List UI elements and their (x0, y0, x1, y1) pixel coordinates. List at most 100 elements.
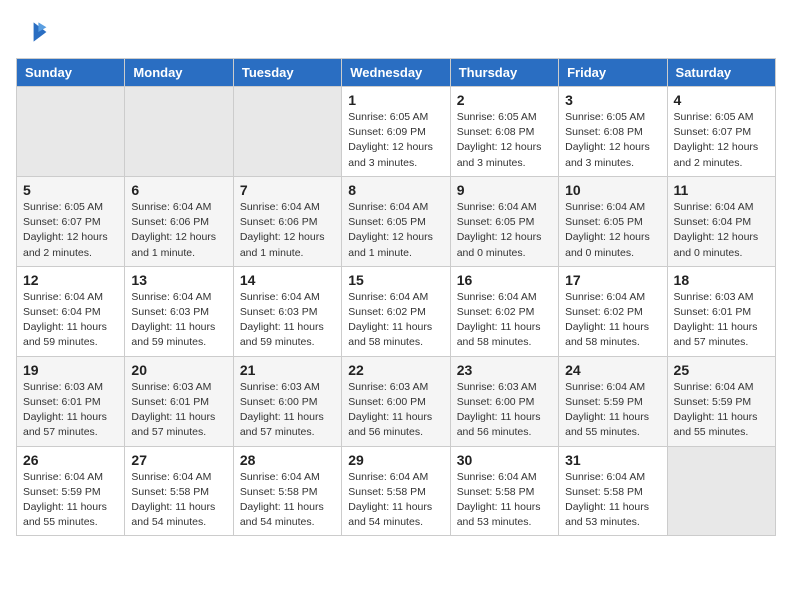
day-number: 13 (131, 272, 226, 288)
calendar-cell: 29Sunrise: 6:04 AM Sunset: 5:58 PM Dayli… (342, 446, 450, 536)
day-info: Sunrise: 6:04 AM Sunset: 6:03 PM Dayligh… (240, 290, 335, 351)
day-info: Sunrise: 6:04 AM Sunset: 6:05 PM Dayligh… (348, 200, 443, 261)
calendar-cell: 18 Sunrise: 6:03 AM Sunset: 6:01 PM Dayli… (667, 266, 775, 356)
calendar-week-row: 12 Sunrise: 6:04 AM Sunset: 6:04 PM Dayli… (17, 266, 776, 356)
weekday-header: Friday (559, 59, 667, 87)
day-number: 15 (348, 272, 443, 288)
day-info: Sunrise: 6:04 AM Sunset: 5:59 PM Dayligh… (565, 380, 660, 441)
day-number: 28 (240, 452, 335, 468)
calendar-cell: 17 Sunrise: 6:04 AM Sunset: 6:02 PM Dayli… (559, 266, 667, 356)
day-info: Sunrise: 6:05 AM Sunset: 6:07 PM Dayligh… (23, 200, 118, 261)
day-number: 23 (457, 362, 552, 378)
day-info: Sunrise: 6:03 AM Sunset: 6:01 PM Dayligh… (23, 380, 118, 441)
day-number: 27 (131, 452, 226, 468)
logo (16, 16, 52, 48)
calendar-cell: 22 Sunrise: 6:03 AM Sunset: 6:00 PM Dayli… (342, 356, 450, 446)
day-number: 14 (240, 272, 335, 288)
calendar-cell: 28 Sunrise: 6:04 AM Sunset: 5:58 PM Dayli… (233, 446, 341, 536)
day-number: 2 (457, 92, 552, 108)
calendar-cell: 20Sunrise: 6:03 AM Sunset: 6:01 PM Dayli… (125, 356, 233, 446)
day-info: Sunrise: 6:05 AM Sunset: 6:08 PM Dayligh… (457, 110, 552, 171)
calendar-cell: 24 Sunrise: 6:04 AM Sunset: 5:59 PM Dayli… (559, 356, 667, 446)
day-info: Sunrise: 6:04 AM Sunset: 5:58 PM Dayligh… (131, 470, 226, 531)
calendar-cell: 2 Sunrise: 6:05 AM Sunset: 6:08 PM Daylig… (450, 87, 558, 177)
day-number: 20 (131, 362, 226, 378)
day-info: Sunrise: 6:03 AM Sunset: 6:00 PM Dayligh… (348, 380, 443, 441)
day-info: Sunrise: 6:04 AM Sunset: 6:02 PM Dayligh… (348, 290, 443, 351)
calendar-cell: 11Sunrise: 6:04 AM Sunset: 6:04 PM Dayli… (667, 176, 775, 266)
day-number: 7 (240, 182, 335, 198)
day-number: 12 (23, 272, 118, 288)
calendar-cell: 19 Sunrise: 6:03 AM Sunset: 6:01 PM Dayli… (17, 356, 125, 446)
calendar-cell: 16 Sunrise: 6:04 AM Sunset: 6:02 PM Dayli… (450, 266, 558, 356)
day-info: Sunrise: 6:04 AM Sunset: 6:05 PM Dayligh… (457, 200, 552, 261)
day-info: Sunrise: 6:04 AM Sunset: 6:03 PM Dayligh… (131, 290, 226, 351)
day-number: 19 (23, 362, 118, 378)
calendar-cell: 26Sunrise: 6:04 AM Sunset: 5:59 PM Dayli… (17, 446, 125, 536)
calendar-cell: 15 Sunrise: 6:04 AM Sunset: 6:02 PM Dayli… (342, 266, 450, 356)
calendar-cell: 21 Sunrise: 6:03 AM Sunset: 6:00 PM Dayli… (233, 356, 341, 446)
day-info: Sunrise: 6:04 AM Sunset: 6:05 PM Dayligh… (565, 200, 660, 261)
day-info: Sunrise: 6:03 AM Sunset: 6:00 PM Dayligh… (240, 380, 335, 441)
weekday-header: Monday (125, 59, 233, 87)
day-info: Sunrise: 6:04 AM Sunset: 5:59 PM Dayligh… (23, 470, 118, 531)
calendar-cell: 9 Sunrise: 6:04 AM Sunset: 6:05 PM Daylig… (450, 176, 558, 266)
calendar-cell: 5 Sunrise: 6:05 AM Sunset: 6:07 PM Daylig… (17, 176, 125, 266)
day-info: Sunrise: 6:03 AM Sunset: 6:01 PM Dayligh… (674, 290, 769, 351)
day-info: Sunrise: 6:04 AM Sunset: 5:59 PM Dayligh… (674, 380, 769, 441)
day-info: Sunrise: 6:05 AM Sunset: 6:08 PM Dayligh… (565, 110, 660, 171)
day-number: 21 (240, 362, 335, 378)
calendar-cell: 23 Sunrise: 6:03 AM Sunset: 6:00 PM Dayli… (450, 356, 558, 446)
calendar-cell: 12 Sunrise: 6:04 AM Sunset: 6:04 PM Dayli… (17, 266, 125, 356)
calendar-cell: 27 Sunrise: 6:04 AM Sunset: 5:58 PM Dayli… (125, 446, 233, 536)
day-info: Sunrise: 6:04 AM Sunset: 6:02 PM Dayligh… (565, 290, 660, 351)
calendar-cell: 31Sunrise: 6:04 AM Sunset: 5:58 PM Dayli… (559, 446, 667, 536)
day-number: 8 (348, 182, 443, 198)
weekday-header: Thursday (450, 59, 558, 87)
day-number: 9 (457, 182, 552, 198)
day-info: Sunrise: 6:04 AM Sunset: 6:02 PM Dayligh… (457, 290, 552, 351)
page-header (16, 16, 776, 48)
weekday-header: Tuesday (233, 59, 341, 87)
calendar-cell: 3 Sunrise: 6:05 AM Sunset: 6:08 PM Daylig… (559, 87, 667, 177)
day-number: 25 (674, 362, 769, 378)
day-number: 10 (565, 182, 660, 198)
calendar-cell: 10 Sunrise: 6:04 AM Sunset: 6:05 PM Dayli… (559, 176, 667, 266)
day-number: 29 (348, 452, 443, 468)
day-info: Sunrise: 6:05 AM Sunset: 6:09 PM Dayligh… (348, 110, 443, 171)
weekday-header: Sunday (17, 59, 125, 87)
calendar-cell: 25 Sunrise: 6:04 AM Sunset: 5:59 PM Dayli… (667, 356, 775, 446)
weekday-header: Wednesday (342, 59, 450, 87)
calendar-cell (17, 87, 125, 177)
calendar-cell (667, 446, 775, 536)
day-info: Sunrise: 6:04 AM Sunset: 6:06 PM Dayligh… (131, 200, 226, 261)
weekday-header: Saturday (667, 59, 775, 87)
calendar: SundayMondayTuesdayWednesdayThursdayFrid… (16, 58, 776, 536)
calendar-cell: 8 Sunrise: 6:04 AM Sunset: 6:05 PM Daylig… (342, 176, 450, 266)
day-number: 22 (348, 362, 443, 378)
day-number: 17 (565, 272, 660, 288)
logo-icon (16, 16, 48, 48)
day-number: 1 (348, 92, 443, 108)
day-number: 16 (457, 272, 552, 288)
calendar-week-row: 26Sunrise: 6:04 AM Sunset: 5:59 PM Dayli… (17, 446, 776, 536)
day-number: 18 (674, 272, 769, 288)
day-info: Sunrise: 6:04 AM Sunset: 5:58 PM Dayligh… (240, 470, 335, 531)
day-info: Sunrise: 6:04 AM Sunset: 5:58 PM Dayligh… (457, 470, 552, 531)
calendar-cell: 30 Sunrise: 6:04 AM Sunset: 5:58 PM Dayli… (450, 446, 558, 536)
calendar-cell: 13 Sunrise: 6:04 AM Sunset: 6:03 PM Dayli… (125, 266, 233, 356)
calendar-cell: 1 Sunrise: 6:05 AM Sunset: 6:09 PM Daylig… (342, 87, 450, 177)
calendar-week-row: 5 Sunrise: 6:05 AM Sunset: 6:07 PM Daylig… (17, 176, 776, 266)
day-info: Sunrise: 6:03 AM Sunset: 6:00 PM Dayligh… (457, 380, 552, 441)
calendar-body: 1 Sunrise: 6:05 AM Sunset: 6:09 PM Daylig… (17, 87, 776, 536)
day-number: 5 (23, 182, 118, 198)
calendar-week-row: 19 Sunrise: 6:03 AM Sunset: 6:01 PM Dayli… (17, 356, 776, 446)
day-info: Sunrise: 6:05 AM Sunset: 6:07 PM Dayligh… (674, 110, 769, 171)
day-info: Sunrise: 6:04 AM Sunset: 6:04 PM Dayligh… (23, 290, 118, 351)
day-info: Sunrise: 6:04 AM Sunset: 5:58 PM Dayligh… (565, 470, 660, 531)
calendar-week-row: 1 Sunrise: 6:05 AM Sunset: 6:09 PM Daylig… (17, 87, 776, 177)
day-number: 3 (565, 92, 660, 108)
day-number: 24 (565, 362, 660, 378)
day-number: 30 (457, 452, 552, 468)
calendar-cell: 7Sunrise: 6:04 AM Sunset: 6:06 PM Daylig… (233, 176, 341, 266)
